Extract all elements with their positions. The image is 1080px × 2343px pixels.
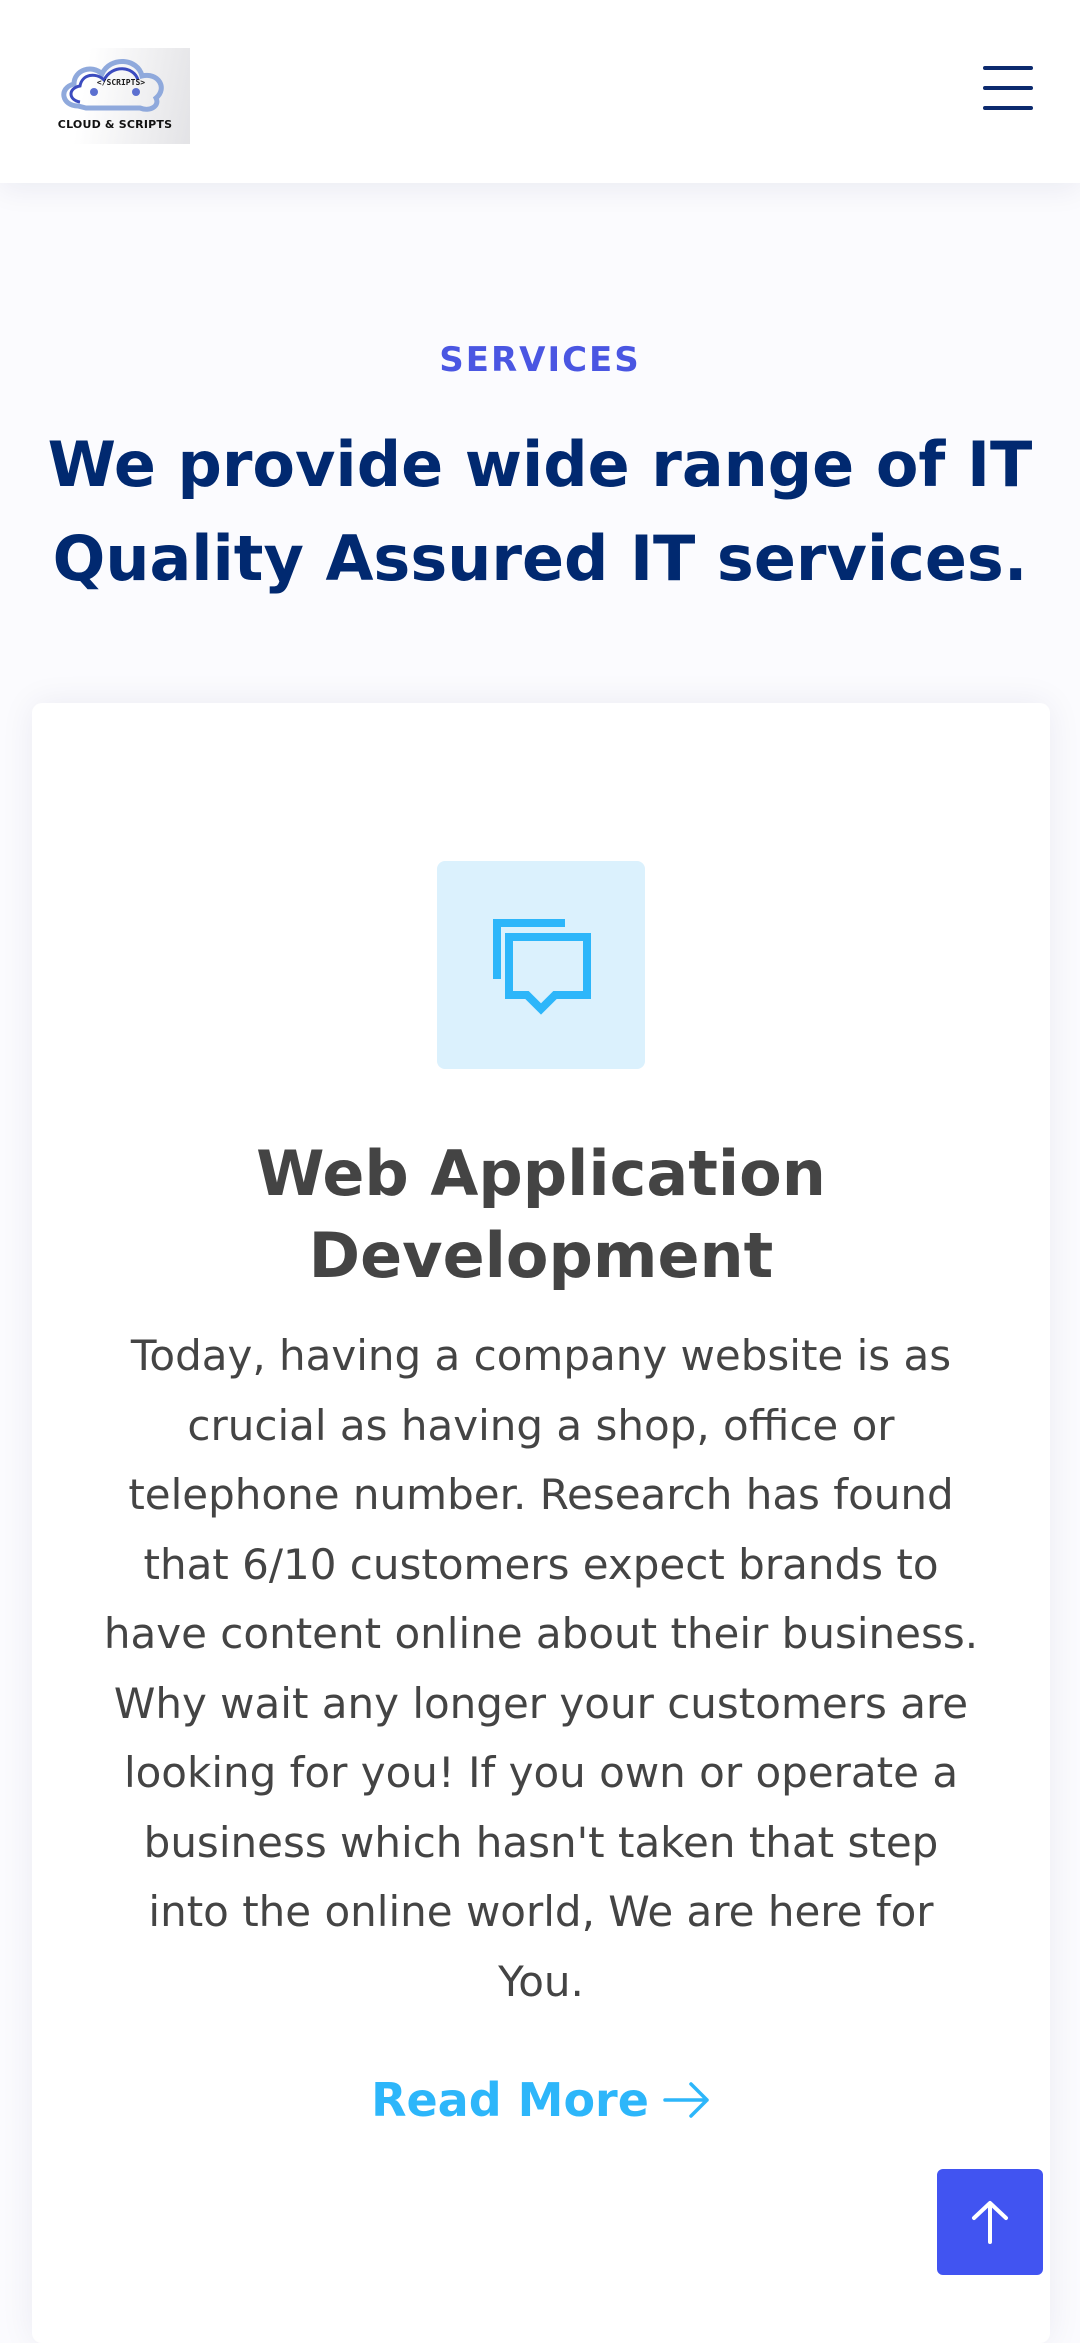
arrow-right-icon	[663, 2082, 709, 2118]
logo-script-text: </SCRIPTS>	[96, 78, 146, 87]
read-more-label: Read More	[371, 2073, 649, 2127]
service-card: Web Application Development Today, havin…	[32, 703, 1050, 2343]
back-to-top-button[interactable]	[937, 2169, 1043, 2275]
service-title: Web Application Development	[256, 1137, 826, 1292]
site-header: </SCRIPTS> CLOUD & SCRIPTS	[0, 0, 1080, 183]
service-icon-box	[437, 861, 645, 1069]
arrow-up-icon	[972, 2201, 1008, 2244]
menu-line-top	[983, 66, 1033, 70]
menu-line-middle	[983, 86, 1033, 90]
section-title: We provide wide range of IT Quality Assu…	[47, 428, 1033, 595]
service-description: Today, having a company website is as cr…	[103, 1331, 979, 2006]
site-logo[interactable]: </SCRIPTS> CLOUD & SCRIPTS	[40, 48, 190, 144]
logo-brand-text: CLOUD & SCRIPTS	[57, 118, 173, 131]
read-more-link[interactable]: Read More	[32, 2073, 1050, 2127]
hamburger-menu-icon[interactable]	[978, 62, 1038, 114]
chat-bubbles-icon	[493, 919, 591, 1015]
menu-line-bottom	[983, 106, 1033, 110]
section-eyebrow: SERVICES	[439, 340, 641, 380]
